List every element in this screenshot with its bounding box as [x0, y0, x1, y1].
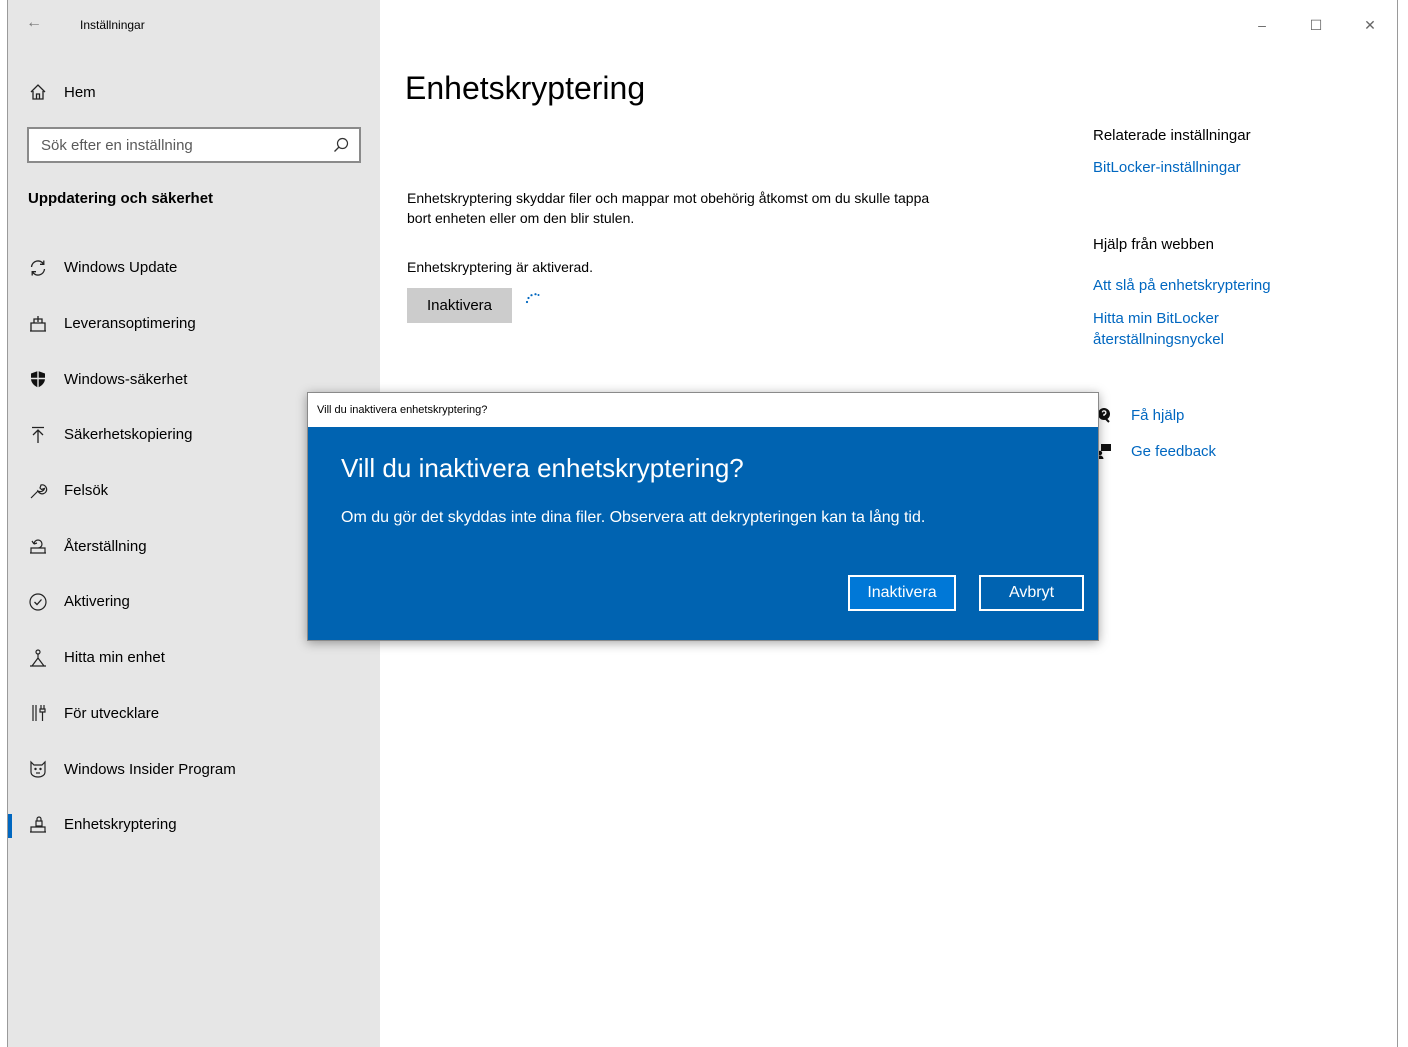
give-feedback-link[interactable]: Ge feedback [1095, 442, 1216, 460]
sidebar-item-label: Felsök [64, 482, 109, 500]
sidebar-item-label: Aktivering [64, 593, 130, 611]
related-heading: Relaterade inställningar [1093, 127, 1251, 144]
sidebar-item-label: Hitta min enhet [64, 649, 165, 667]
search-box[interactable] [27, 127, 361, 163]
window-title: Inställningar [80, 18, 145, 32]
window-controls: – ☐ ✕ [1235, 0, 1397, 50]
bitlocker-settings-link[interactable]: BitLocker-inställningar [1093, 157, 1241, 178]
delivery-optimization-icon [28, 314, 48, 334]
get-help-label: Få hjälp [1131, 406, 1185, 424]
help-link-find-recovery-key[interactable]: Hitta min BitLocker återställningsnyckel [1093, 308, 1293, 350]
search-input[interactable] [29, 135, 333, 155]
sidebar-item-developers[interactable]: För utvecklare [8, 686, 380, 742]
section-title: Uppdatering och säkerhet [28, 190, 214, 207]
dialog-message: Om du gör det skyddas inte dina filer. O… [341, 509, 926, 526]
nav-home[interactable]: Hem [28, 80, 96, 104]
home-icon [28, 82, 48, 102]
sidebar-item-label: Leveransoptimering [64, 315, 196, 333]
sidebar-item-label: Windows Insider Program [64, 760, 236, 778]
wrench-icon [28, 481, 48, 501]
dialog-confirm-button[interactable]: Inaktivera [848, 575, 956, 611]
page-title: Enhetskryptering [405, 70, 646, 106]
sidebar-item-device-encryption[interactable]: Enhetskryptering [8, 797, 380, 853]
give-feedback-label: Ge feedback [1131, 442, 1217, 460]
sidebar-item-windows-insider[interactable]: Windows Insider Program [8, 741, 380, 797]
dialog-cancel-button[interactable]: Avbryt [979, 575, 1084, 611]
recovery-icon [28, 536, 48, 556]
sidebar-item-label: Windows-säkerhet [64, 370, 188, 388]
sidebar-item-label: För utvecklare [64, 704, 160, 722]
sync-icon [28, 258, 48, 278]
backup-arrow-icon [28, 425, 48, 445]
status-text: Enhetskryptering är aktiverad. [407, 259, 593, 275]
help-heading: Hjälp från webben [1093, 236, 1214, 253]
description-text: Enhetskryptering skyddar filer och mappa… [407, 190, 930, 226]
dialog-titlebar: Vill du inaktivera enhetskryptering? [308, 393, 1098, 427]
sidebar-item-windows-update[interactable]: Windows Update [8, 240, 380, 296]
drive-lock-icon [28, 815, 48, 835]
nav-home-label: Hem [64, 83, 96, 101]
confirmation-dialog: Vill du inaktivera enhetskryptering? Vil… [307, 392, 1099, 641]
help-link-turn-on-encryption[interactable]: Att slå på enhetskryptering [1093, 275, 1271, 296]
get-help-link[interactable]: Få hjälp [1095, 406, 1184, 424]
sidebar-item-delivery-optimization[interactable]: Leveransoptimering [8, 296, 380, 352]
deactivate-button[interactable]: Inaktivera [407, 288, 512, 323]
shield-icon [28, 369, 48, 389]
close-button[interactable]: ✕ [1343, 0, 1397, 50]
check-circle-icon [28, 592, 48, 612]
find-device-icon [28, 648, 48, 668]
insider-cat-icon [28, 759, 48, 779]
sidebar-item-label: Enhetskryptering [64, 816, 177, 834]
search-icon[interactable] [333, 137, 349, 158]
sidebar-item-label: Återställning [64, 537, 147, 555]
dialog-heading: Vill du inaktivera enhetskryptering? [341, 453, 744, 483]
back-arrow-icon[interactable]: ← [26, 14, 42, 32]
sidebar-item-label: Säkerhetskopiering [64, 426, 193, 444]
progress-spinner-icon [524, 290, 542, 313]
minimize-button[interactable]: – [1235, 0, 1289, 50]
maximize-button[interactable]: ☐ [1289, 0, 1343, 50]
developer-tools-icon [28, 703, 48, 723]
sidebar-item-label: Windows Update [64, 259, 178, 277]
